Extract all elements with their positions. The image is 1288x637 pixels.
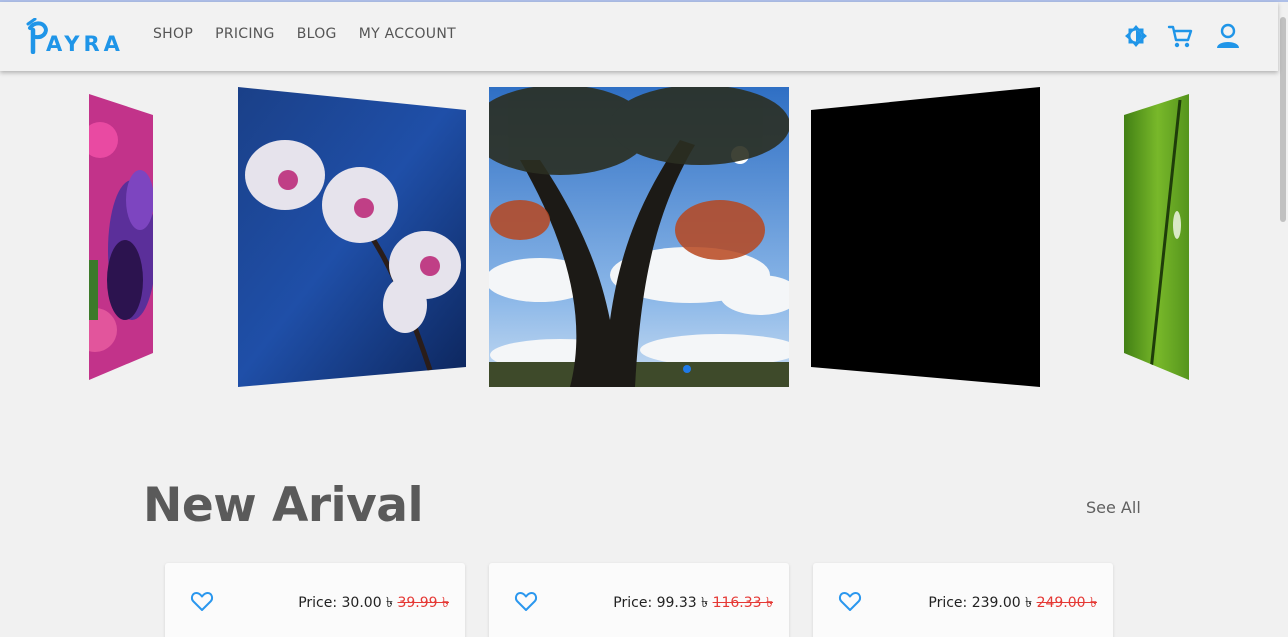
carousel-slide-black[interactable] (811, 87, 1040, 387)
carousel-slide-tree[interactable] (470, 85, 800, 387)
product-card[interactable]: Price: 239.00 ৳ 249.00 ৳ (813, 563, 1113, 637)
image-carousel[interactable] (0, 80, 1278, 400)
old-price: 39.99 ৳ (397, 595, 449, 611)
scrollbar-thumb[interactable] (1280, 17, 1286, 222)
main-nav: SHOP PRICING BLOG MY ACCOUNT (153, 26, 478, 42)
nav-shop[interactable]: SHOP (153, 26, 193, 42)
carousel-indicator-dot[interactable] (683, 365, 691, 373)
site-header: AYRA SHOP PRICING BLOG MY ACCOUNT (0, 2, 1278, 71)
nav-pricing[interactable]: PRICING (215, 26, 275, 42)
heart-icon[interactable] (838, 590, 862, 612)
product-price: Price: 239.00 ৳ 249.00 ৳ (928, 591, 1097, 615)
product-card[interactable]: Price: 30.00 ৳ 39.99 ৳ (165, 563, 465, 637)
new-arrival-title: New Arival (143, 478, 424, 533)
theme-toggle-icon[interactable] (1123, 22, 1149, 50)
product-card[interactable]: Price: 99.33 ৳ 116.33 ৳ (489, 563, 789, 637)
current-price: Price: 239.00 ৳ (928, 595, 1033, 611)
page-scrollbar[interactable] (1278, 2, 1288, 637)
heart-icon[interactable] (514, 590, 538, 612)
nav-my-account[interactable]: MY ACCOUNT (359, 26, 456, 42)
carousel-slide-pansy[interactable] (73, 90, 160, 390)
see-all-link[interactable]: See All (1086, 498, 1141, 517)
cart-icon[interactable] (1167, 22, 1193, 50)
heart-icon[interactable] (190, 590, 214, 612)
current-price: Price: 99.33 ৳ (613, 595, 709, 611)
carousel-slide-leaf[interactable] (1120, 90, 1195, 390)
nav-blog[interactable]: BLOG (297, 26, 337, 42)
current-price: Price: 30.00 ৳ (298, 595, 394, 611)
carousel-slide-orchid[interactable] (230, 80, 470, 390)
old-price: 249.00 ৳ (1036, 595, 1097, 611)
user-icon[interactable] (1215, 22, 1241, 50)
logo-text: AYRA (46, 32, 124, 56)
product-price: Price: 30.00 ৳ 39.99 ৳ (298, 591, 449, 615)
product-price: Price: 99.33 ৳ 116.33 ৳ (613, 591, 773, 615)
old-price: 116.33 ৳ (712, 595, 773, 611)
